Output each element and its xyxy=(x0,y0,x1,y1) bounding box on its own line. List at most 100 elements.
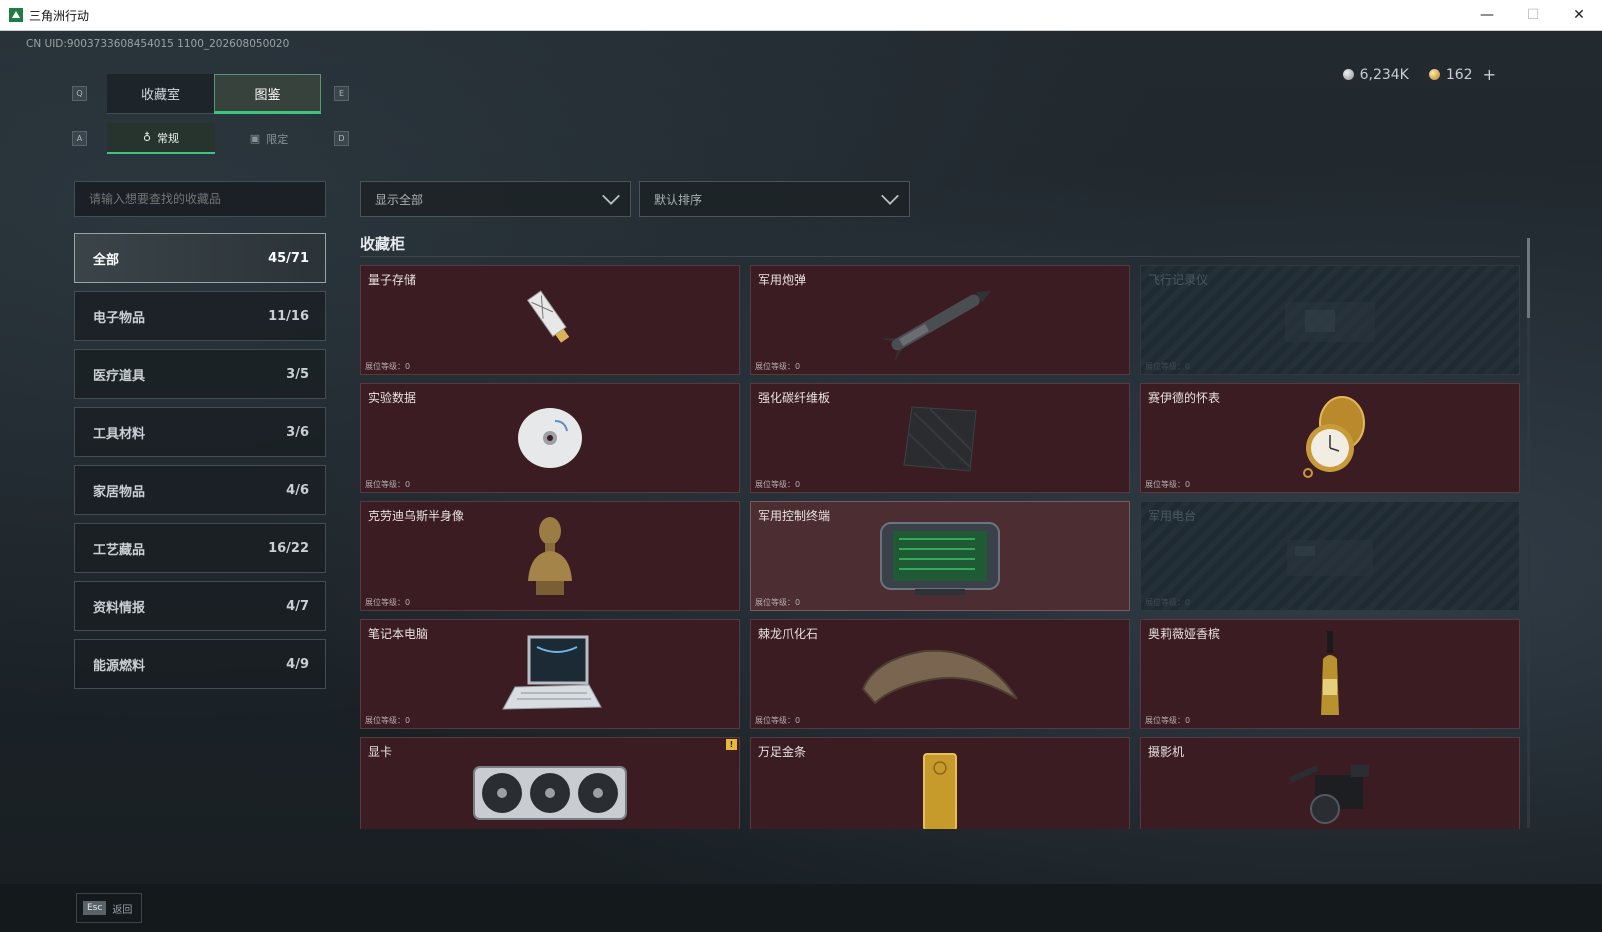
item-name: 实验数据 xyxy=(368,391,417,405)
item-name: 显卡 xyxy=(368,745,393,759)
app-logo-icon xyxy=(9,8,23,22)
category-count: 3/5 xyxy=(286,366,309,382)
item-level: 展位等级：0 xyxy=(755,362,801,371)
maximize-button[interactable]: ☐ xyxy=(1510,0,1556,30)
window-titlebar: 三角洲行动 — ☐ ✕ xyxy=(0,0,1602,31)
filter-dropdown[interactable]: 显示全部 xyxy=(360,181,631,217)
item-card-control-terminal[interactable]: 军用控制终端 展位等级：0 xyxy=(750,501,1130,611)
category-item-electronics[interactable]: 电子物品 11/16 xyxy=(74,291,326,341)
item-card-claudius-bust[interactable]: 克劳迪乌斯半身像 展位等级：0 xyxy=(360,501,740,611)
item-name: 克劳迪乌斯半身像 xyxy=(368,509,465,523)
item-name: 飞行记录仪 xyxy=(1148,273,1209,287)
item-name: 量子存储 xyxy=(368,273,417,287)
category-name: 家居物品 xyxy=(93,484,146,500)
scrollbar-thumb[interactable] xyxy=(1527,238,1530,318)
item-level: 展位等级：0 xyxy=(755,716,801,725)
category-count: 16/22 xyxy=(268,540,309,556)
bottom-bar xyxy=(0,884,1602,932)
item-name: 棘龙爪化石 xyxy=(758,627,819,641)
item-level: 展位等级：0 xyxy=(1145,362,1191,371)
claw-fossil-icon xyxy=(861,649,1018,705)
window-controls: — ☐ ✕ xyxy=(1464,0,1602,30)
category-item-fuel[interactable]: 能源燃料 4/9 xyxy=(74,639,326,689)
carbon-plate-icon xyxy=(903,406,977,472)
item-card-flight-recorder[interactable]: 飞行记录仪 展位等级：0 xyxy=(1140,265,1520,375)
silver-coin-icon xyxy=(1342,69,1354,80)
item-card-experiment-data[interactable]: 实验数据 展位等级：0 xyxy=(360,383,740,493)
category-count: 4/9 xyxy=(286,656,309,672)
category-name: 工艺藏品 xyxy=(93,542,146,558)
missile-icon xyxy=(880,290,992,360)
category-name: 电子物品 xyxy=(93,310,146,326)
item-level: 展位等级：0 xyxy=(755,480,801,489)
sub-tabs: ♁ 常规 ▣ 限定 xyxy=(107,123,323,154)
item-card-claw-fossil[interactable]: 棘龙爪化石 展位等级：0 xyxy=(750,619,1130,729)
item-card-military-radio[interactable]: 军用电台 展位等级：0 xyxy=(1140,501,1520,611)
item-card-carbon-plate[interactable]: 强化碳纤维板 展位等级：0 xyxy=(750,383,1130,493)
gold-currency: 162 + xyxy=(1428,65,1496,84)
item-card-quantum-storage[interactable]: 量子存储 展位等级：0 xyxy=(360,265,740,375)
item-name: 赛伊德的怀表 xyxy=(1148,391,1221,405)
item-level: 展位等级：0 xyxy=(365,716,411,725)
subtab-regular[interactable]: ♁ 常规 xyxy=(107,123,215,154)
category-count: 3/6 xyxy=(286,424,309,440)
key-hint-q: Q xyxy=(72,86,87,101)
category-item-medical[interactable]: 医疗道具 3/5 xyxy=(74,349,326,399)
category-count: 45/71 xyxy=(268,250,309,266)
player-uid: CN UID:9003733608454015 1100_20260805002… xyxy=(26,38,290,50)
category-count: 4/7 xyxy=(286,598,309,614)
item-grid: 量子存储 展位等级：0 军用炮弹 展位等级：0 飞行记录仪 展位等级：0 实验数… xyxy=(360,265,1520,829)
category-item-home[interactable]: 家居物品 4/6 xyxy=(74,465,326,515)
sort-dropdown-value: 默认排序 xyxy=(654,192,703,207)
item-card-champagne[interactable]: 奥莉薇娅香槟 展位等级：0 xyxy=(1140,619,1520,729)
item-level: 展位等级：0 xyxy=(1145,716,1191,725)
item-grid-scrollbar[interactable] xyxy=(1527,238,1530,828)
category-item-all[interactable]: 全部 45/71 xyxy=(74,233,326,283)
tab-catalog[interactable]: 图鉴 xyxy=(214,74,321,114)
minimize-button[interactable]: — xyxy=(1464,0,1510,30)
subtab-limited[interactable]: ▣ 限定 xyxy=(215,123,323,154)
search-input[interactable] xyxy=(74,181,326,217)
category-name: 全部 xyxy=(93,252,120,268)
flight-recorder-icon xyxy=(1285,302,1375,342)
back-label: 返回 xyxy=(112,904,133,916)
sort-dropdown[interactable]: 默认排序 xyxy=(639,181,910,217)
item-level: 展位等级：0 xyxy=(365,480,411,489)
item-card-camera[interactable]: 摄影机 展位等级：0 xyxy=(1140,737,1520,829)
item-name: 笔记本电脑 xyxy=(368,627,429,641)
item-name: 军用炮弹 xyxy=(758,273,807,287)
category-name: 能源燃料 xyxy=(93,658,146,674)
section-title: 收藏柜 xyxy=(360,235,406,253)
item-card-military-shell[interactable]: 军用炮弹 展位等级：0 xyxy=(750,265,1130,375)
category-item-intel[interactable]: 资料情报 4/7 xyxy=(74,581,326,631)
category-name: 工具材料 xyxy=(93,426,146,442)
disc-icon xyxy=(518,408,582,468)
silver-currency: 6,234K xyxy=(1342,67,1409,83)
bottle-icon: ♁ xyxy=(142,131,152,144)
chevron-down-icon xyxy=(881,187,899,205)
gold-coin-icon xyxy=(1428,69,1440,80)
pocket-watch-icon xyxy=(1303,396,1365,478)
back-button[interactable]: Esc 返回 xyxy=(76,893,142,923)
champagne-icon xyxy=(1321,631,1339,715)
item-card-graphics-card[interactable]: 显卡 ! 展位等级：0 xyxy=(360,737,740,829)
key-hint-d: D xyxy=(334,131,349,146)
close-button[interactable]: ✕ xyxy=(1556,0,1602,30)
window-title: 三角洲行动 xyxy=(29,8,90,23)
category-count: 4/6 xyxy=(286,482,309,498)
key-hint-a: A xyxy=(72,131,87,146)
tab-collection-room[interactable]: 收藏室 xyxy=(107,74,214,114)
item-card-laptop[interactable]: 笔记本电脑 展位等级：0 xyxy=(360,619,740,729)
bust-icon xyxy=(528,517,572,595)
category-name: 资料情报 xyxy=(93,600,146,616)
chevron-down-icon xyxy=(602,187,620,205)
item-card-gold-bar[interactable]: 万足金条 展位等级：0 xyxy=(750,737,1130,829)
category-item-tools[interactable]: 工具材料 3/6 xyxy=(74,407,326,457)
category-item-crafts[interactable]: 工艺藏品 16/22 xyxy=(74,523,326,573)
filter-dropdown-value: 显示全部 xyxy=(375,192,424,207)
category-count: 11/16 xyxy=(268,308,309,324)
add-currency-button[interactable]: + xyxy=(1483,65,1496,84)
gold-bar-icon xyxy=(923,753,957,829)
category-list: 全部 45/71 电子物品 11/16 医疗道具 3/5 工具材料 3/6 家居… xyxy=(74,233,326,697)
item-card-pocket-watch[interactable]: 赛伊德的怀表 展位等级：0 xyxy=(1140,383,1520,493)
